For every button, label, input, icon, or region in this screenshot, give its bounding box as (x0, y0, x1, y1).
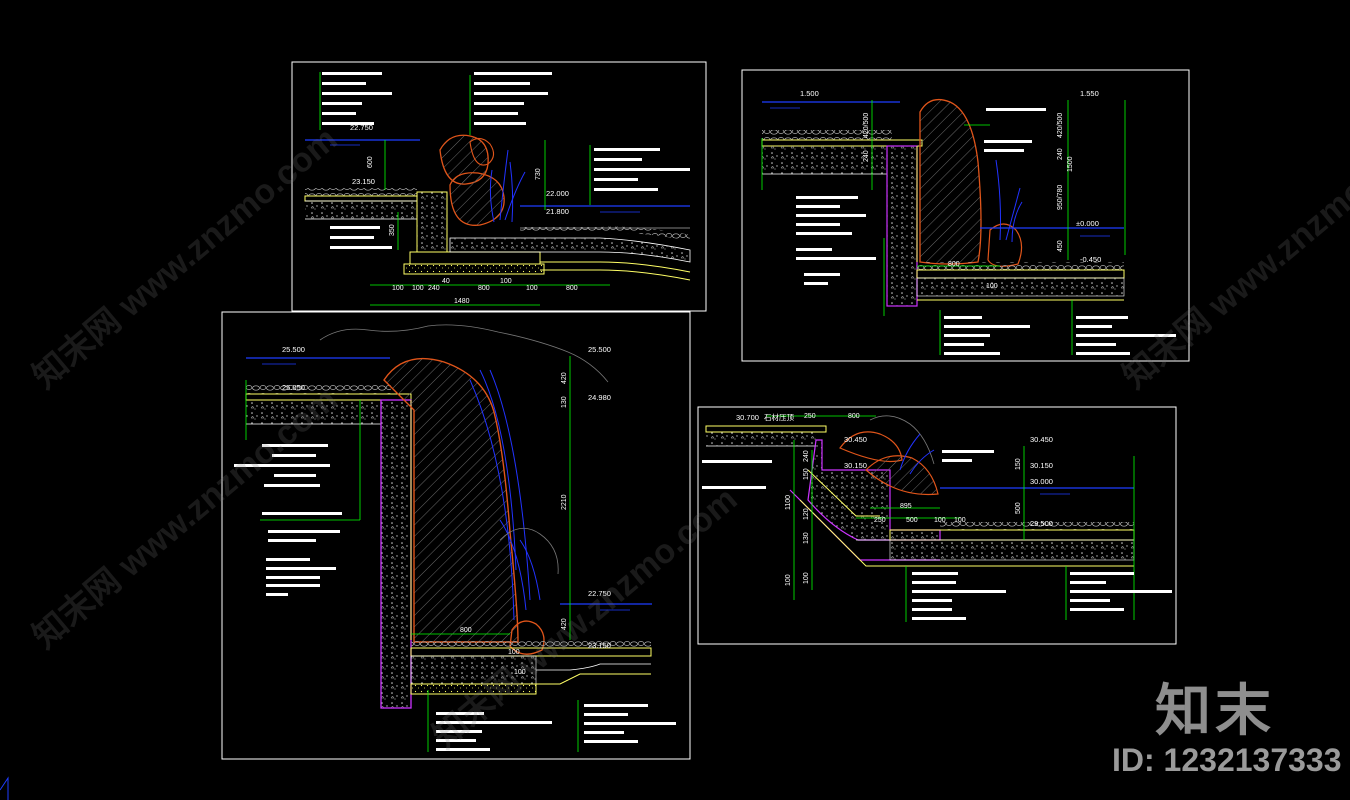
dim-label: 250 (804, 413, 816, 420)
elevation-label: 30.150 (1030, 461, 1053, 470)
top-note: 石材压顶 (764, 412, 794, 422)
dim-label: 800 (848, 413, 860, 420)
watermark-logo: 知末 (1155, 679, 1275, 744)
watermark-id: ID: 1232137333 (1112, 742, 1342, 778)
dim-label: 600 (367, 156, 374, 168)
dim-label: 240 (863, 150, 870, 162)
dim-label: 150 (803, 468, 810, 480)
elevation-label: 22.750 (350, 123, 373, 132)
dim-label: 100 (500, 278, 512, 285)
elevation-label: 1.500 (800, 89, 819, 98)
dim-label: 100 (785, 574, 792, 586)
elevation-label: 30.450 (844, 435, 867, 444)
rockwork (439, 134, 505, 226)
dim-label: 130 (803, 532, 810, 544)
dim-label: 120 (803, 508, 810, 520)
elevation-label: 21.800 (546, 207, 569, 216)
dim-label: 130 (561, 396, 568, 408)
dim-label: 800 (478, 285, 490, 292)
pebble-layer (305, 188, 417, 196)
dim-label: 100 (986, 283, 998, 290)
aquatic-plants (995, 159, 1023, 243)
dim-label: 100 (526, 285, 538, 292)
elevation-label: 1.550 (1080, 89, 1099, 98)
dim-label: 350 (389, 224, 396, 236)
elevation-label: -0.450 (1080, 255, 1101, 264)
dim-label: 1100 (785, 495, 792, 510)
elevation-label: 23.150 (588, 641, 611, 650)
panel-4-section: 30.700 30.450 30.150 30.450 30.150 30.00… (697, 406, 1177, 645)
dim-label: 240 (803, 450, 810, 462)
panel-2-section: 1.500 1.550 ±0.000 -0.450 420/500 240 15… (741, 69, 1190, 362)
rockwork (919, 98, 982, 265)
elevation-label: 23.150 (352, 177, 375, 186)
elevation-label: 30.000 (1030, 477, 1053, 486)
dim-label: 100 (934, 517, 946, 524)
elevation-label: 25.500 (282, 345, 305, 354)
dim-label: 800 (948, 261, 960, 268)
dim-label: 450 (1057, 240, 1064, 252)
dim-label: 100 (803, 572, 810, 584)
dim-label: 240 (1057, 148, 1064, 160)
dim-label: 1500 (1067, 156, 1074, 172)
dim-label: 420/500 (863, 113, 870, 138)
dim-label: 800 (566, 285, 578, 292)
dim-label: 895 (900, 503, 912, 510)
pond-bed (449, 237, 691, 263)
elevation-label: 29.500 (1030, 519, 1053, 528)
dim-label: 730 (535, 168, 542, 180)
dim-label: 150 (1015, 458, 1022, 470)
cad-drawing-canvas: 22.750 23.150 22.000 21.800 100 100 240 … (0, 61, 1190, 800)
elevation-label: ±0.000 (1076, 219, 1099, 228)
dim-total-label: 1480 (454, 298, 470, 305)
elevation-label: 22.000 (546, 189, 569, 198)
dim-label: 100 (392, 285, 404, 292)
retaining-wall (380, 399, 412, 709)
dim-label: 800 (460, 627, 472, 634)
ucs-marker (0, 776, 9, 800)
dim-label: 950/780 (1057, 185, 1064, 210)
dim-label: 40 (442, 278, 450, 285)
annotations (322, 72, 690, 249)
dim-label: 100 (412, 285, 424, 292)
elevation-label: 30.150 (844, 461, 867, 470)
footing (409, 251, 541, 265)
dim-label: 240 (428, 285, 440, 292)
concrete-base (305, 201, 417, 219)
dim-label: 500 (1015, 502, 1022, 514)
dim-label: 420/500 (1057, 113, 1064, 138)
dim-label: 250 (874, 517, 886, 524)
elevation-label: 30.700 (736, 413, 759, 422)
dim-label: 500 (906, 517, 918, 524)
elevation-label: 24.980 (588, 393, 611, 402)
dim-label: 420 (561, 372, 568, 384)
retaining-wall (886, 145, 918, 307)
retaining-wall (416, 191, 448, 253)
panel-1-section: 22.750 23.150 22.000 21.800 100 100 240 … (291, 61, 707, 312)
dim-label: 100 (954, 517, 966, 524)
elevation-label: 30.450 (1030, 435, 1053, 444)
dim-label: 2210 (561, 494, 568, 510)
elevation-label: 25.500 (588, 345, 611, 354)
